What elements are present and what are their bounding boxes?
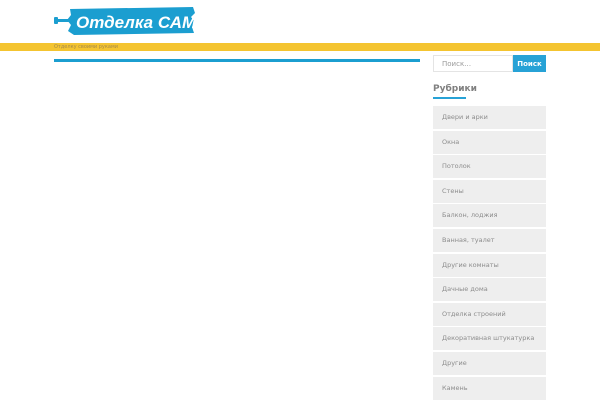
logo-text: Отделка САМ.ru <box>76 13 195 32</box>
content-top-border <box>54 59 420 62</box>
category-item-ceiling[interactable]: Потолок <box>433 155 546 179</box>
categories-list: Двери и арки Окна Потолок Стены Балкон, … <box>433 106 546 401</box>
categories-title-underline <box>433 97 466 99</box>
category-item-decorative-plaster[interactable]: Декоративная штукатурка <box>433 327 546 351</box>
search-input[interactable] <box>433 55 513 72</box>
category-item-doors[interactable]: Двери и арки <box>433 106 546 129</box>
category-item-stone[interactable]: Камень <box>433 376 546 400</box>
category-item-other-rooms[interactable]: Другие комнаты <box>433 253 546 277</box>
category-item-balcony[interactable]: Балкон, лоджия <box>433 204 546 228</box>
categories-title: Рубрики <box>433 84 477 94</box>
category-item-other[interactable]: Другие <box>433 351 546 375</box>
paint-roller-logo-icon: Отделка САМ.ru <box>54 7 195 35</box>
search-button[interactable]: Поиск <box>513 55 546 72</box>
category-item-walls[interactable]: Стены <box>433 179 546 203</box>
category-item-buildings[interactable]: Отделка строений <box>433 302 546 326</box>
site-header: Отделка САМ.ru <box>0 0 600 43</box>
site-tagline: Отделку своими руками <box>54 44 118 50</box>
site-logo[interactable]: Отделка САМ.ru <box>54 5 195 36</box>
category-item-country-houses[interactable]: Дачные дома <box>433 278 546 302</box>
category-item-windows[interactable]: Окна <box>433 130 546 154</box>
category-item-bathroom[interactable]: Ванная, туалет <box>433 228 546 252</box>
